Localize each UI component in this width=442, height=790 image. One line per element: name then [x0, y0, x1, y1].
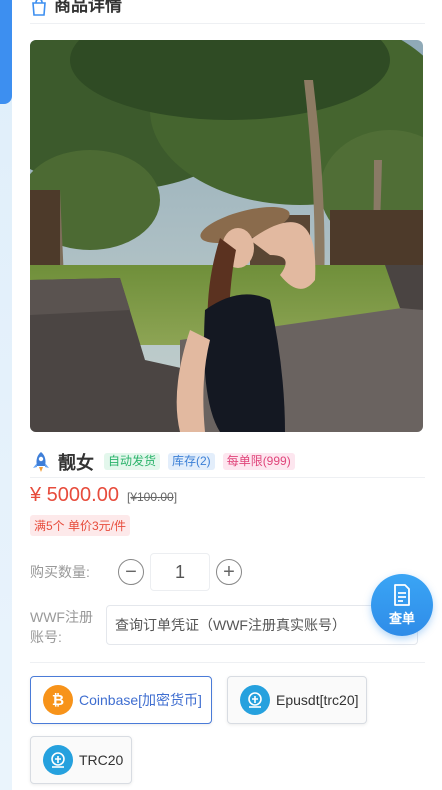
usdt-icon [43, 745, 73, 775]
tag-auto-delivery: 自动发货 [104, 453, 161, 470]
product-name-row: 靓女 自动发货 库存(2) 每单限(999) [30, 446, 425, 478]
product-name: 靓女 [58, 452, 94, 473]
payment-option-label: TRC20 [79, 752, 124, 768]
svg-text:₿: ₿ [52, 691, 64, 709]
bitcoin-icon: ₿ [43, 685, 73, 715]
product-card: 商品详情 靓女 自动发货 库存(2) 每单限(999) ¥ 5000.00 [¥… [12, 0, 442, 790]
rocket-icon [33, 451, 49, 472]
document-icon [394, 583, 410, 606]
tag-stock: 库存(2) [168, 453, 215, 470]
quantity-row: 购买数量: − 1 + [30, 553, 242, 591]
price-row: ¥ 5000.00 [¥100.00] [30, 484, 177, 507]
product-photo[interactable] [30, 40, 423, 432]
account-label: WWF注册账号: [30, 609, 93, 645]
payment-option-label: Coinbase[加密货币] [79, 692, 202, 708]
section-title: 商品详情 [54, 0, 122, 15]
payment-option-epusdt[interactable]: Epusdt[trc20] [227, 676, 367, 724]
quantity-input[interactable]: 1 [150, 553, 210, 591]
order-lookup-label: 查单 [388, 610, 415, 626]
tag-order-limit: 每单限(999) [222, 453, 295, 470]
original-price: [¥100.00] [126, 490, 178, 504]
section-header: 商品详情 [30, 0, 425, 24]
left-accent-bar [0, 0, 12, 104]
bulk-discount-badge: 满5个 单价3元/件 [30, 515, 131, 536]
current-price: ¥ 5000.00 [30, 484, 119, 506]
bag-icon [32, 0, 46, 16]
payment-option-label: Epusdt[trc20] [276, 692, 359, 708]
payment-option-trc20[interactable]: TRC20 [30, 736, 132, 784]
increase-quantity-button[interactable]: + [216, 559, 242, 585]
account-row: WWF注册账号: 查询订单凭证（WWF注册真实账号） [30, 605, 425, 645]
divider [30, 662, 425, 663]
decrease-quantity-button[interactable]: − [118, 559, 144, 585]
product-photo-image [30, 40, 423, 432]
usdt-icon [240, 685, 270, 715]
payment-option-coinbase[interactable]: ₿ Coinbase[加密货币] [30, 676, 212, 724]
quantity-label: 购买数量: [30, 564, 90, 580]
order-lookup-button[interactable]: 查单 [371, 574, 433, 636]
